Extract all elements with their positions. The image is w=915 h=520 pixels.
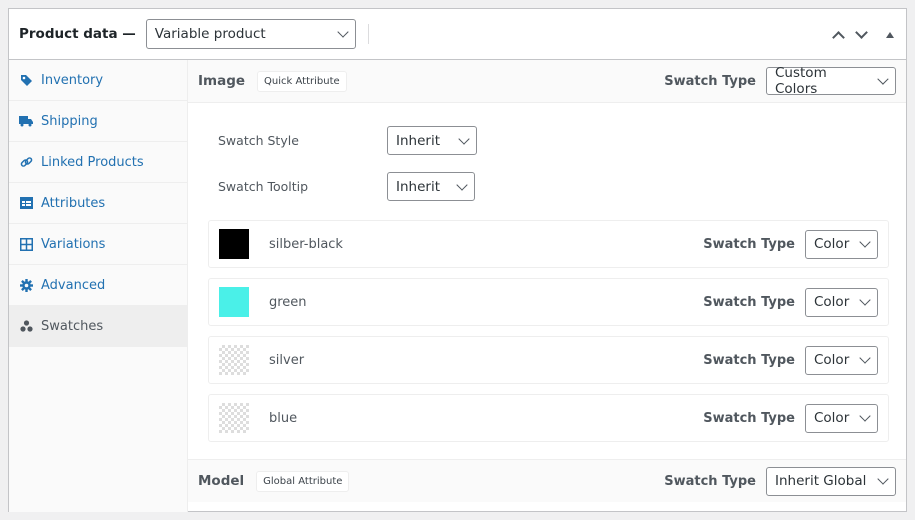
swatches-panel: Image Quick Attribute Swatch Type Custom…	[188, 60, 906, 512]
tab-attributes[interactable]: Attributes	[9, 183, 187, 224]
chevron-down-icon	[877, 473, 889, 485]
swatch-type-label: Swatch Type	[664, 73, 756, 89]
collapse-toggle-icon[interactable]	[886, 31, 894, 38]
swatch-type-value: Inherit Global	[775, 473, 867, 489]
swatch-tooltip-value: Inherit	[396, 178, 440, 195]
chevron-down-icon	[859, 410, 871, 422]
term-row[interactable]: green Swatch Type Color	[208, 278, 889, 326]
attribute-header-image[interactable]: Image Quick Attribute Swatch Type Custom…	[188, 60, 906, 103]
tab-label: Attributes	[41, 195, 106, 211]
chevron-down-icon	[859, 294, 871, 306]
term-swatch-type-select[interactable]: Color	[805, 287, 878, 317]
term-name: silver	[269, 352, 305, 368]
chevron-down-icon	[337, 26, 349, 38]
color-swatch[interactable]	[219, 229, 249, 259]
term-row[interactable]: silver Swatch Type Color	[208, 336, 889, 384]
move-up-icon[interactable]	[832, 30, 845, 44]
product-data-tabs: Inventory Shipping Linked Products Attri…	[9, 60, 188, 512]
link-icon	[19, 155, 33, 169]
swatch-type-label: Swatch Type	[703, 294, 795, 310]
tab-label: Inventory	[41, 72, 104, 88]
tab-variations[interactable]: Variations	[9, 224, 187, 265]
empty-swatch[interactable]	[219, 403, 249, 433]
swatch-style-label: Swatch Style	[218, 133, 299, 148]
tab-label: Linked Products	[41, 154, 144, 170]
list-icon	[19, 196, 33, 210]
term-swatch-type-select[interactable]: Color	[805, 345, 878, 375]
term-name: silber-black	[269, 236, 343, 252]
grid-icon	[19, 237, 33, 251]
attribute-badge: Quick Attribute	[257, 70, 347, 92]
truck-icon	[19, 114, 33, 128]
swatch-tooltip-row: Swatch Tooltip Inherit	[218, 172, 475, 201]
swatch-type-value: Custom Colors	[775, 65, 827, 97]
product-type-select[interactable]: Variable product	[145, 19, 356, 49]
tab-label: Advanced	[41, 277, 106, 293]
term-name: blue	[269, 410, 298, 426]
term-row[interactable]: blue Swatch Type Color	[208, 394, 889, 442]
chevron-down-icon	[859, 236, 871, 248]
panel-title: Product data —	[19, 26, 136, 42]
chevron-down-icon	[458, 132, 470, 145]
tab-label: Shipping	[41, 113, 98, 129]
tab-label: Variations	[41, 236, 106, 252]
swatch-type-select[interactable]: Inherit Global	[766, 466, 896, 496]
color-swatch[interactable]	[219, 287, 249, 317]
product-type-value: Variable product	[154, 26, 266, 42]
tab-swatches[interactable]: Swatches	[9, 306, 187, 347]
term-name: green	[269, 294, 307, 310]
move-down-icon[interactable]	[855, 25, 868, 39]
swatch-type-label: Swatch Type	[664, 473, 756, 489]
swatch-type-label: Swatch Type	[703, 410, 795, 426]
chevron-down-icon	[859, 352, 871, 364]
swatch-type-label: Swatch Type	[703, 352, 795, 368]
header-divider	[367, 24, 369, 44]
gear-icon	[19, 278, 33, 292]
term-swatch-type-value: Color	[814, 410, 850, 426]
term-swatch-type-value: Color	[814, 352, 850, 368]
swatches-icon	[19, 319, 33, 333]
tab-inventory[interactable]: Inventory	[9, 60, 187, 101]
term-row[interactable]: silber-black Swatch Type Color	[208, 220, 889, 268]
swatch-type-select[interactable]: Custom Colors	[766, 65, 896, 97]
attribute-badge: Global Attribute	[256, 470, 350, 492]
tab-linked-products[interactable]: Linked Products	[9, 142, 187, 183]
tag-icon	[19, 73, 33, 87]
panel-header: Product data — Variable product	[9, 9, 906, 60]
tab-advanced[interactable]: Advanced	[9, 265, 187, 306]
term-swatch-type-value: Color	[814, 236, 850, 252]
chevron-down-icon	[877, 73, 889, 85]
attribute-header-model[interactable]: Model Global Attribute Swatch Type Inher…	[188, 459, 906, 502]
term-swatch-type-select[interactable]: Color	[805, 403, 878, 433]
attribute-name: Image	[198, 73, 246, 89]
tab-label: Swatches	[41, 318, 104, 334]
swatch-tooltip-label: Swatch Tooltip	[218, 179, 309, 194]
empty-swatch[interactable]	[219, 345, 249, 375]
swatch-style-value: Inherit	[396, 132, 440, 149]
swatch-style-select[interactable]: Inherit	[387, 126, 477, 155]
term-swatch-type-value: Color	[814, 294, 850, 310]
swatch-tooltip-select[interactable]: Inherit	[387, 172, 475, 201]
term-swatch-type-select[interactable]: Color	[805, 229, 878, 259]
swatch-type-label: Swatch Type	[703, 236, 795, 252]
product-data-panel: Product data — Variable product Inventor…	[8, 8, 907, 512]
attribute-name: Model	[198, 473, 245, 489]
chevron-down-icon	[456, 178, 468, 191]
swatch-style-row: Swatch Style Inherit	[218, 126, 477, 155]
tab-shipping[interactable]: Shipping	[9, 101, 187, 142]
